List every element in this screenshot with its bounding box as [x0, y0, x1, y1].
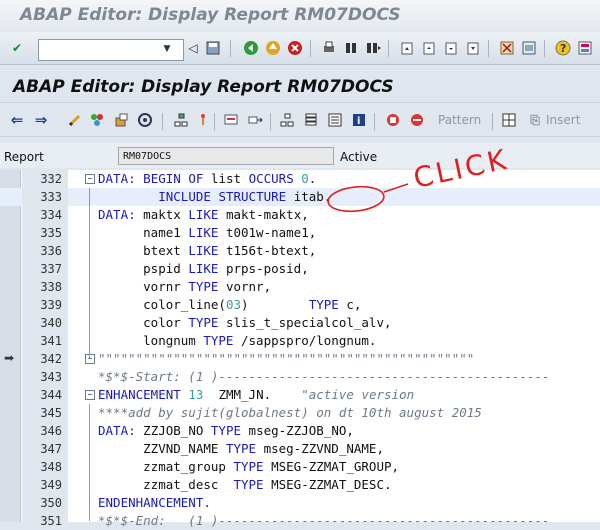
annotation-overlay: CLICK — [327, 143, 512, 213]
click-annotation-text: CLICK — [411, 143, 512, 195]
highlight-circle — [327, 185, 385, 213]
annotation-dash — [383, 183, 409, 193]
